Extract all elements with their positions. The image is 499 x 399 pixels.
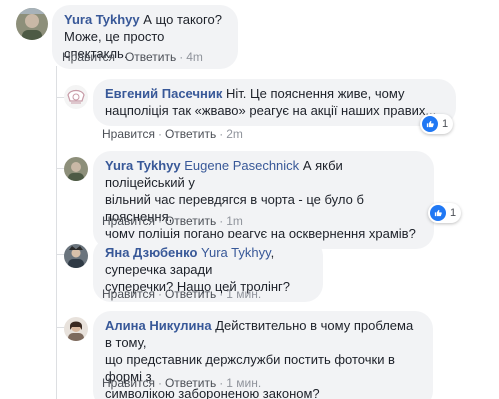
comment-mention[interactable]: Yura Tykhyy	[201, 245, 271, 260]
comment-time[interactable]: 2m	[226, 127, 243, 141]
comment-actions: Нравится · Ответить · 1 мин.	[102, 376, 262, 390]
like-button[interactable]: Нравится	[102, 127, 155, 141]
comment-time[interactable]: 1 мин.	[226, 287, 261, 301]
comment-actions: Нравится · Ответить · 1m	[102, 214, 243, 228]
comment-author[interactable]: Yura Tykhyy	[105, 158, 181, 173]
comment-bubble: Yura Tykhyy Eugene Pasechnick А якби пол…	[93, 151, 434, 249]
avatar[interactable]	[16, 8, 48, 40]
like-button[interactable]: Нравится	[102, 376, 155, 390]
comment-actions: Нравится · Ответить · 4m	[62, 50, 203, 64]
comment-bubble: Евгений Пасечник Ніт. Це пояснення живе,…	[93, 79, 456, 126]
comment-time[interactable]: 1 мин.	[226, 376, 261, 390]
comment-time[interactable]: 4m	[186, 50, 203, 64]
avatar[interactable]	[64, 317, 88, 341]
reply-button[interactable]: Ответить	[165, 287, 216, 301]
comment-author[interactable]: Евгений Пасечник	[105, 86, 222, 101]
like-icon	[430, 205, 446, 221]
comment-author[interactable]: Yura Tykhyy	[64, 12, 140, 27]
avatar[interactable]	[64, 85, 88, 109]
like-button[interactable]: Нравится	[102, 287, 155, 301]
reply-button[interactable]: Ответить	[165, 214, 216, 228]
avatar[interactable]	[64, 157, 88, 181]
comment-mention[interactable]: Eugene Pasechnick	[184, 158, 299, 173]
reply-thread-line	[56, 66, 57, 399]
avatar[interactable]	[64, 244, 88, 268]
reply-button[interactable]: Ответить	[165, 376, 216, 390]
comment-time[interactable]: 1m	[226, 214, 243, 228]
comment-actions: Нравится · Ответить · 1 мин.	[102, 287, 262, 301]
like-button[interactable]: Нравится	[102, 214, 155, 228]
reply-button[interactable]: Ответить	[125, 50, 176, 64]
comment-actions: Нравится · Ответить · 2m	[102, 127, 243, 141]
comment-author[interactable]: Яна Дзюбенко	[105, 245, 197, 260]
reply-button[interactable]: Ответить	[165, 127, 216, 141]
comment-author[interactable]: Алина Никулина	[105, 318, 212, 333]
like-button[interactable]: Нравится	[62, 50, 115, 64]
like-icon	[422, 116, 438, 132]
reaction-badge[interactable]: 1	[428, 203, 462, 223]
reaction-count: 1	[442, 118, 449, 130]
reaction-count: 1	[450, 207, 457, 219]
reaction-badge[interactable]: 1	[420, 114, 454, 134]
